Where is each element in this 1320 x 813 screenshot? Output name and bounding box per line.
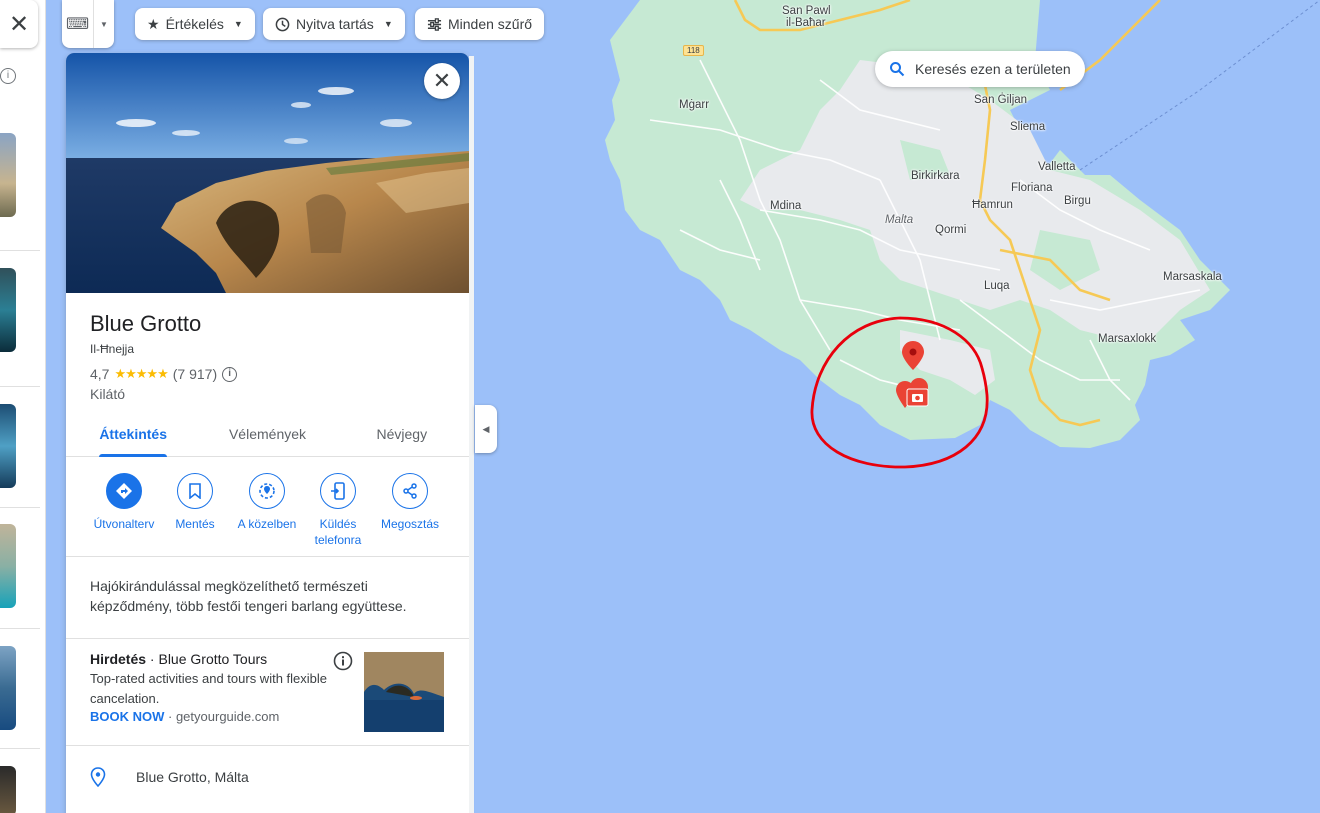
result-thumbnail[interactable]	[0, 766, 16, 813]
result-thumbnail[interactable]	[0, 404, 16, 488]
info-icon[interactable]: i	[0, 68, 16, 84]
nearby-label: A közelben	[237, 517, 297, 531]
ad-domain: getyourguide.com	[175, 709, 280, 724]
rating-filter-label: Értékelés	[165, 16, 224, 32]
search-this-area-label: Keresés ezen a területen	[915, 61, 1071, 77]
ad-domain-separator: ·	[164, 709, 176, 724]
place-details-panel: ✕ Blue Grotto Il-Ħnejja 4,7 ★★★★★ (7 917…	[66, 53, 469, 813]
sliders-icon	[427, 17, 442, 31]
input-tools-button[interactable]: ⌨ ▼	[62, 0, 114, 48]
divider	[66, 745, 469, 746]
share-icon	[392, 473, 428, 509]
map-label: Valletta	[1038, 161, 1076, 173]
location-pin-icon	[90, 767, 106, 787]
ad-thumbnail[interactable]	[364, 652, 444, 732]
address-text: Blue Grotto, Málta	[136, 769, 249, 785]
send-to-phone-button[interactable]: Küldés telefonra	[302, 471, 374, 548]
divider	[66, 638, 469, 639]
result-thumbnail[interactable]	[0, 268, 16, 352]
directions-icon	[106, 473, 142, 509]
all-filters-chip[interactable]: Minden szűrő	[415, 8, 545, 40]
ad-advertiser: Blue Grotto Tours	[158, 651, 268, 667]
close-icon: ✕	[8, 10, 30, 38]
tab-reviews[interactable]: Vélemények	[200, 413, 334, 456]
map-label: Mġarr	[679, 99, 710, 111]
map-label: Floriana	[1011, 182, 1053, 194]
review-count[interactable]: (7 917)	[173, 366, 217, 382]
close-place-button[interactable]: ✕	[424, 63, 460, 99]
address-row[interactable]: Blue Grotto, Málta	[90, 767, 249, 787]
nearby-button[interactable]: A közelben	[231, 471, 303, 532]
place-description: Hajókirándulással megközelíthető termész…	[90, 578, 407, 614]
keyboard-icon: ⌨	[62, 0, 94, 48]
ad-text: Top-rated activities and tours with flex…	[90, 671, 328, 706]
search-icon	[890, 62, 905, 77]
send-to-phone-icon	[320, 473, 356, 509]
ad-separator: ·	[146, 651, 159, 667]
nearby-icon	[249, 473, 285, 509]
rating-value: 4,7	[90, 366, 110, 382]
ad-tag: Hirdetés	[90, 651, 147, 667]
star-icon: ★	[147, 15, 160, 32]
map-label: San Ġiljan	[974, 94, 1028, 106]
map-label: Luqa	[984, 280, 1010, 292]
save-button[interactable]: Mentés	[159, 471, 231, 532]
send-to-phone-label: Küldés telefonra	[314, 517, 362, 547]
place-hero-photo[interactable]	[66, 53, 469, 293]
panel-scrollbar[interactable]	[469, 56, 474, 813]
hours-filter-label: Nyitva tartás	[296, 16, 374, 32]
close-icon: ✕	[432, 68, 452, 93]
directions-button[interactable]: Útvonalterv	[88, 471, 160, 532]
ad-info-icon[interactable]	[333, 651, 353, 671]
all-filters-label: Minden szűrő	[448, 16, 533, 32]
clock-icon	[275, 17, 290, 31]
caret-down-icon: ▼	[383, 19, 393, 29]
map-label: Ħamrun	[972, 199, 1013, 211]
hours-filter-chip[interactable]: Nyitva tartás ▼	[263, 8, 405, 40]
map-label: Sliema	[1010, 121, 1046, 133]
share-button[interactable]: Megosztás	[374, 471, 446, 532]
rating-stars: ★★★★★	[114, 366, 168, 381]
directions-label: Útvonalterv	[93, 517, 155, 531]
share-label: Megosztás	[380, 517, 440, 531]
book-now-link[interactable]: BOOK NOW	[90, 709, 164, 724]
place-subtitle: Il-Ħnejja	[90, 342, 135, 356]
map-label: Marsaxlokk	[1098, 333, 1157, 345]
sponsored-ad[interactable]: Hirdetés · Blue Grotto Tours Top-rated a…	[90, 651, 455, 735]
map-label: Qormi	[935, 224, 967, 236]
results-list-strip	[0, 0, 46, 813]
map-label: San Pawl	[782, 5, 831, 17]
road-number-shield: 118	[683, 45, 704, 56]
map-label: Birgu	[1064, 195, 1091, 207]
rating-filter-chip[interactable]: ★ Értékelés ▼	[135, 8, 255, 40]
tab-overview[interactable]: Áttekintés	[66, 413, 200, 457]
place-category[interactable]: Kilátó	[90, 386, 125, 402]
save-label: Mentés	[175, 517, 215, 531]
result-thumbnail[interactable]	[0, 646, 16, 730]
map-label: il-Baħar	[786, 17, 826, 29]
map-label: Marsaskala	[1163, 271, 1222, 283]
caret-down-icon: ▼	[233, 19, 243, 29]
bookmark-icon	[177, 473, 213, 509]
place-tabs: Áttekintés Vélemények Névjegy	[66, 413, 469, 457]
result-thumbnail[interactable]	[0, 524, 16, 608]
chevron-down-icon[interactable]: ▼	[94, 20, 114, 29]
action-buttons-row: Útvonalterv Mentés A közelben Küldés tel…	[66, 471, 469, 557]
map-label-country: Malta	[885, 214, 914, 226]
info-icon[interactable]: i	[222, 366, 238, 382]
tab-about[interactable]: Névjegy	[335, 413, 469, 456]
map-label: Birkirkara	[911, 170, 960, 182]
place-title: Blue Grotto	[90, 311, 202, 336]
rating-row: 4,7 ★★★★★ (7 917) i	[90, 366, 238, 382]
caret-left-icon: ◀	[482, 423, 490, 434]
close-results-button[interactable]: ✕	[0, 0, 38, 48]
map-label: Mdina	[770, 200, 802, 212]
search-this-area-button[interactable]: Keresés ezen a területen	[875, 51, 1085, 87]
result-thumbnail[interactable]	[0, 133, 16, 217]
collapse-panel-button[interactable]: ◀	[475, 405, 497, 453]
